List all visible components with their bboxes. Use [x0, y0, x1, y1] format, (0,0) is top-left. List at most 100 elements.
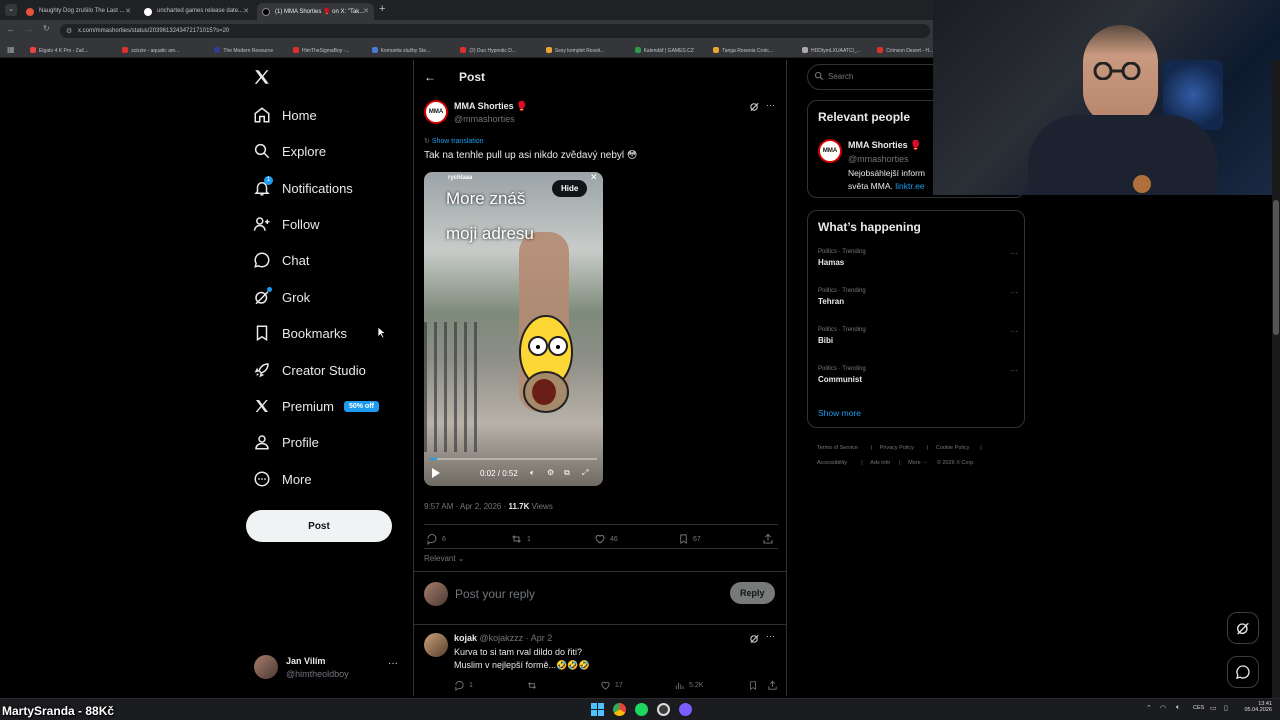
fullscreen-icon[interactable]: ⤢ [582, 468, 588, 478]
reload-icon[interactable]: ↻ [43, 24, 50, 33]
page-scrollbar[interactable] [1272, 60, 1280, 698]
close-tab-icon[interactable]: ✕ [243, 7, 249, 15]
bookmark-item[interactable]: Komunita služby Ste... [371, 47, 430, 54]
more-dots-icon[interactable]: ··· [388, 658, 398, 669]
author-avatar[interactable]: MMA [424, 100, 448, 124]
footer-link[interactable]: Terms of Service [817, 445, 858, 451]
trend-item[interactable]: Politics · Trending Tehran ··· [818, 288, 1018, 306]
network-icon[interactable]: ▭ [1210, 704, 1217, 712]
site-info-icon[interactable]: ⚙ [66, 27, 72, 35]
search-input[interactable]: Search [807, 64, 947, 90]
grok-floating-button[interactable] [1227, 612, 1259, 644]
nav-bookmarks[interactable]: Bookmarks [252, 318, 347, 348]
language-indicator[interactable]: CES [1193, 705, 1204, 711]
wifi-icon[interactable]: ◠ [1160, 704, 1166, 712]
windows-start-icon[interactable] [591, 703, 604, 716]
share-action[interactable] [762, 533, 774, 545]
bio-link[interactable]: linktr.ee [895, 181, 924, 191]
settings-icon[interactable]: ⚙ [547, 468, 554, 477]
bookmark-item[interactable]: The Modern Resource [214, 47, 273, 54]
commenter-name[interactable]: kojak [454, 633, 477, 643]
nav-notifications[interactable]: 1 Notifications [252, 173, 353, 203]
footer-link[interactable]: © 2026 X Corp. [937, 460, 975, 466]
nav-grok[interactable]: Grok [252, 282, 310, 312]
back-arrow-icon[interactable]: ← [424, 70, 436, 84]
nav-home[interactable]: Home [252, 100, 317, 130]
comment-views-action[interactable]: 5.2K [674, 680, 703, 691]
show-translation-link[interactable]: ↻ Show translation [424, 137, 484, 145]
bookmark-item[interactable]: Tanga Roxenia Crotc... [713, 47, 773, 54]
comment-bookmark-action[interactable] [748, 680, 758, 691]
tab-list-button[interactable]: ⌄ [5, 4, 17, 16]
reply-button[interactable]: Reply [730, 582, 775, 604]
url-field[interactable]: ⚙ x.com/mmashorties/status/2039613243472… [60, 24, 930, 38]
reply-action[interactable]: 6 [426, 533, 446, 545]
reply-sort-dropdown[interactable]: Relevant ⌄ [424, 554, 465, 563]
author-handle[interactable]: @mmashorties [454, 114, 515, 124]
comment-date[interactable]: · Apr 2 [526, 633, 553, 643]
bookmark-item[interactable]: (2) Duo Hypnotic D... [460, 47, 516, 54]
post-button[interactable]: Post [246, 510, 392, 542]
bookmark-item[interactable]: HimTheSigmaBoy -... [293, 47, 350, 54]
new-tab-button[interactable]: + [379, 3, 385, 15]
nav-explore[interactable]: Explore [252, 136, 326, 166]
play-icon[interactable] [431, 468, 440, 478]
browser-tab-2[interactable]: uncharted games release date... ✕ [139, 3, 254, 20]
bookmark-item[interactable]: Sexy komplet Roxeii... [545, 47, 604, 54]
footer-link[interactable]: Ads info [870, 460, 890, 466]
tray-chevron-icon[interactable]: ⌃ [1146, 704, 1152, 712]
person-handle[interactable]: @mmashorties [848, 154, 909, 164]
close-icon[interactable]: ✕ [590, 172, 598, 183]
comment-like-action[interactable]: 17 [600, 680, 623, 691]
bookmark-action[interactable]: 67 [678, 533, 701, 545]
close-tab-icon[interactable]: ✕ [363, 7, 369, 15]
nav-creator-studio[interactable]: Creator Studio [252, 355, 366, 385]
reply-input[interactable]: Post your reply [455, 587, 715, 601]
browser-tab-3[interactable]: (1) MMA Shorties 🥊 on X: "Tak... ✕ [257, 3, 374, 20]
bookmark-item[interactable]: Elgato 4 K Pro - Zač... [30, 47, 88, 54]
comment-repost-action[interactable] [526, 680, 538, 691]
grok-icon[interactable] [749, 633, 760, 644]
hide-video-button[interactable]: Hide [552, 180, 588, 197]
app-icon[interactable] [679, 703, 692, 716]
nav-more[interactable]: More [252, 464, 312, 494]
nav-chat[interactable]: Chat [252, 245, 309, 275]
footer-link[interactable]: More ··· [908, 460, 928, 466]
trend-item[interactable]: Politics · Trending Communist ··· [818, 366, 1018, 384]
grok-icon[interactable] [749, 101, 760, 112]
author-name[interactable]: MMA Shorties 🥊 [454, 101, 527, 112]
x-logo-icon[interactable] [253, 68, 271, 86]
close-tab-icon[interactable]: ✕ [125, 7, 131, 15]
comment-reply-action[interactable]: 1 [454, 680, 473, 691]
footer-link[interactable]: Privacy Policy [880, 445, 914, 451]
trend-item[interactable]: Politics · Trending Bibi ··· [818, 327, 1018, 345]
more-dots-icon[interactable]: ··· [766, 100, 775, 110]
nav-profile[interactable]: Profile [252, 427, 319, 457]
show-more-link[interactable]: Show more [818, 408, 861, 418]
picture-in-picture-icon[interactable]: ⧉ [564, 468, 570, 478]
battery-icon[interactable]: ▯ [1224, 704, 1228, 712]
footer-link[interactable]: Accessibility [817, 460, 847, 466]
person-avatar[interactable]: MMA [818, 139, 842, 163]
more-dots-icon[interactable]: ··· [1010, 327, 1018, 336]
chrome-icon[interactable] [613, 703, 626, 716]
repost-action[interactable]: 1 [510, 533, 531, 545]
bookmark-item[interactable]: Crimson Desert - H... [877, 47, 933, 54]
volume-tray-icon[interactable]: 🔈︎ [1176, 704, 1180, 712]
obs-icon[interactable] [657, 703, 670, 716]
person-name[interactable]: MMA Shorties 🥊 [848, 140, 921, 151]
commenter-avatar[interactable] [424, 633, 448, 657]
browser-tab-1[interactable]: Naughty Dog zrušilo The Last ... ✕ [21, 3, 136, 20]
clock[interactable]: 13:41 05.04.2026 [1240, 701, 1272, 713]
more-dots-icon[interactable]: ··· [1010, 249, 1018, 258]
account-switcher[interactable]: Jan Vilím @himtheoldboy ··· [252, 652, 402, 684]
reply-post[interactable]: kojak @kojakzzz · Apr 2 ··· Kurva to si … [414, 625, 786, 696]
more-dots-icon[interactable]: ··· [766, 631, 775, 641]
apps-grid-icon[interactable]: ▦ [7, 45, 15, 54]
comment-share-action[interactable] [767, 680, 778, 691]
bookmark-item[interactable]: Kalendář | GAMES.CZ [634, 47, 694, 54]
post-timestamp[interactable]: 9:57 AM · Apr 2, 2026 · [424, 502, 509, 511]
trend-item[interactable]: Politics · Trending Hamas ··· [818, 249, 1018, 267]
like-action[interactable]: 46 [594, 533, 618, 545]
video-progress-bar[interactable] [430, 458, 597, 460]
